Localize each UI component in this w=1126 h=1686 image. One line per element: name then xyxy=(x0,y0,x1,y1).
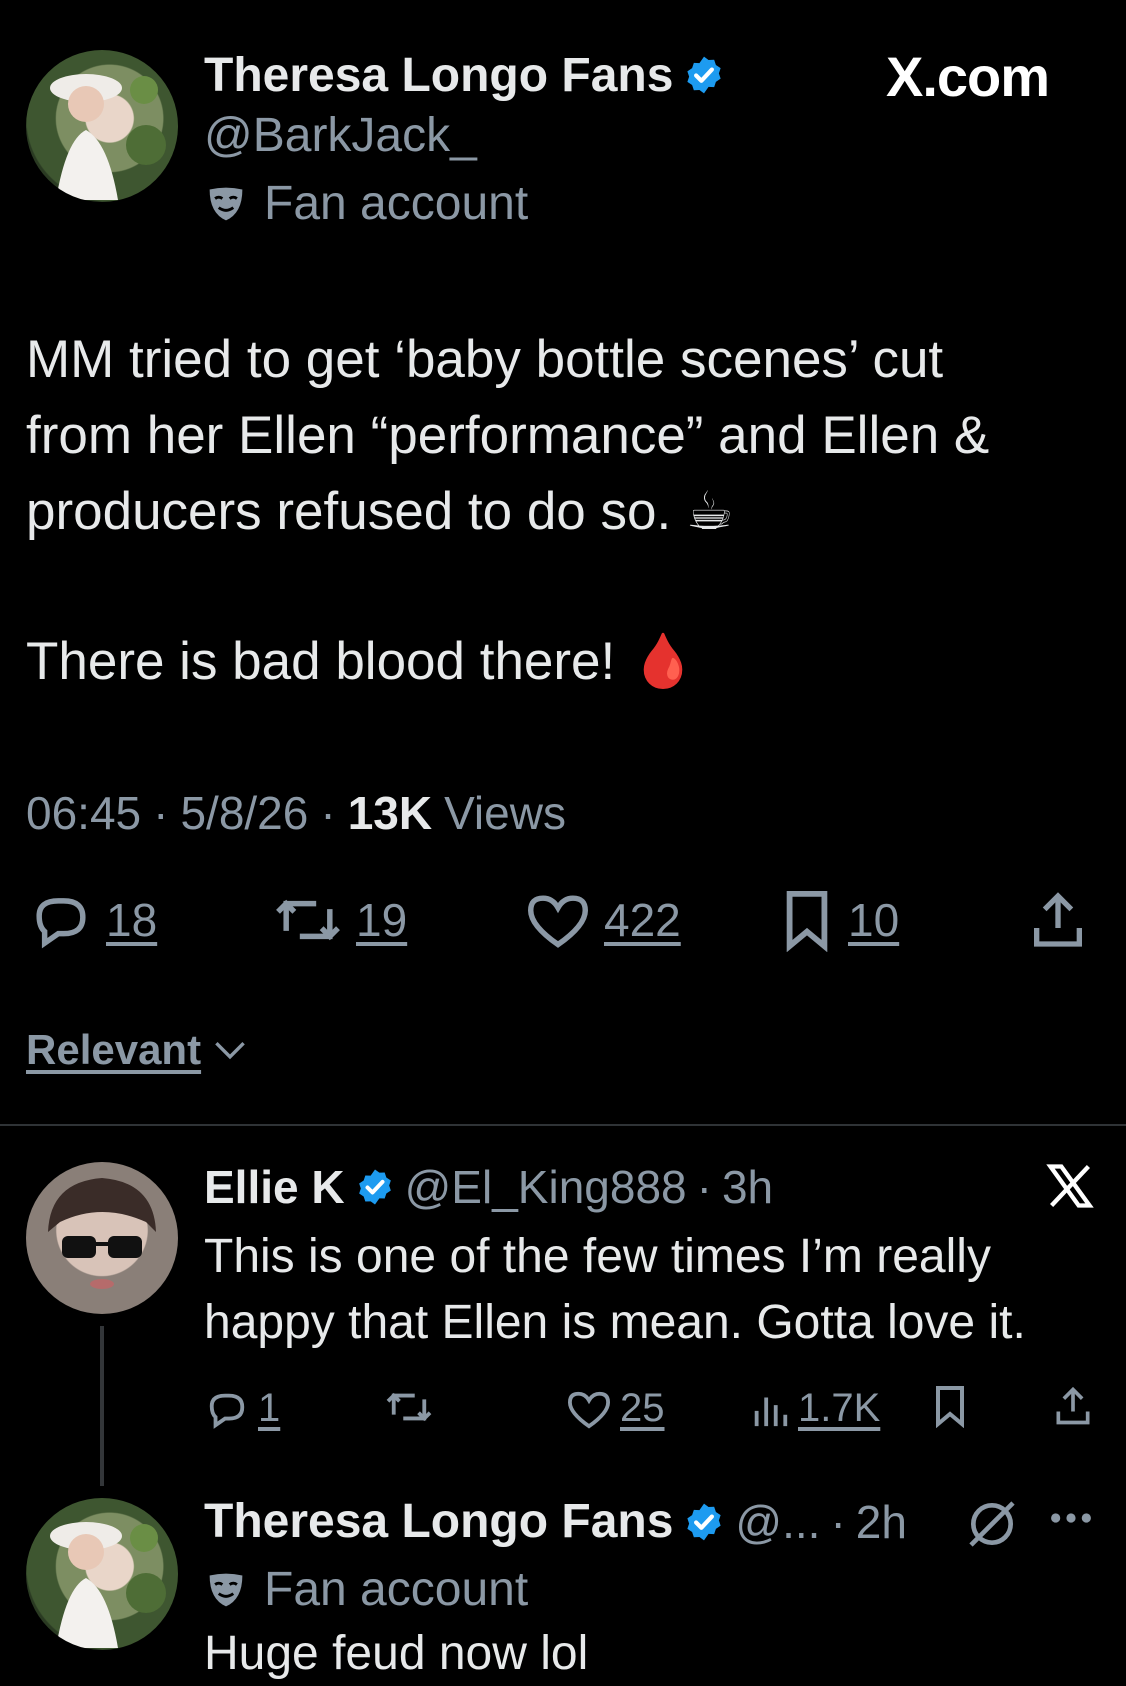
analytics-bars-icon xyxy=(750,1388,790,1430)
main-post-text-line: producers refused to do so. ☕ xyxy=(26,482,734,541)
heart-icon xyxy=(524,890,592,950)
reply2-handle[interactable]: @... xyxy=(735,1495,820,1549)
x-logo-icon xyxy=(1044,1160,1096,1212)
bookmark-count: 10 xyxy=(848,894,900,946)
repost-count: 19 xyxy=(356,894,408,946)
more-options-icon[interactable] xyxy=(1048,1508,1094,1528)
avatar-photo-icon xyxy=(50,74,166,200)
share-icon[interactable] xyxy=(1028,888,1088,952)
reply1-views-count: 1.7K xyxy=(798,1386,881,1430)
site-label: X.com xyxy=(886,45,1050,108)
reply1-text-line: happy that Ellen is mean. Gotta love it. xyxy=(204,1296,1026,1349)
main-post-text-line: from her Ellen “performance” and Ellen & xyxy=(26,406,990,465)
avatar-photo-icon xyxy=(48,1178,156,1289)
repost-action[interactable]: 19 xyxy=(272,890,407,950)
chevron-down-icon xyxy=(213,1038,247,1062)
avatar-photo-icon xyxy=(50,1522,166,1648)
verified-badge-icon xyxy=(683,1501,725,1543)
reply2-avatar[interactable] xyxy=(26,1498,178,1650)
reply1-avatar[interactable] xyxy=(26,1162,178,1314)
reply1-author-name[interactable]: Ellie K xyxy=(204,1160,345,1214)
fan-account-mask-icon xyxy=(204,1570,248,1610)
thread-line xyxy=(100,1326,104,1486)
fan-account-mask-icon xyxy=(204,184,248,224)
main-post-text-line: MM tried to get ‘baby bottle scenes’ cut xyxy=(26,330,944,389)
sort-dropdown[interactable]: Relevant xyxy=(26,1026,247,1074)
reply1-text: This is one of the few times I’m really … xyxy=(204,1224,1026,1356)
heart-icon xyxy=(566,1388,612,1430)
main-author-avatar[interactable] xyxy=(26,50,178,202)
bookmark-action[interactable]: 10 xyxy=(778,888,899,952)
reply1-text-line: This is one of the few times I’m really xyxy=(204,1230,991,1283)
bookmark-icon xyxy=(778,888,836,952)
reply1-repost-icon[interactable] xyxy=(384,1386,434,1428)
meta-separator: · xyxy=(320,787,336,839)
reply2-author-name[interactable]: Theresa Longo Fans xyxy=(204,1494,673,1549)
reply1-time[interactable]: 3h xyxy=(722,1160,773,1214)
reply1-views-action[interactable]: 1.7K xyxy=(750,1386,880,1431)
like-action[interactable]: 422 xyxy=(524,890,681,950)
reply2-text: Huge feud now lol xyxy=(204,1627,589,1680)
fan-account-label: Fan account xyxy=(264,1563,529,1616)
main-author-name[interactable]: Theresa Longo Fans xyxy=(204,48,673,103)
post-time[interactable]: 06:45 xyxy=(26,786,141,840)
sort-label: Relevant xyxy=(26,1026,202,1073)
reply1-like-count: 25 xyxy=(620,1386,665,1430)
meta-separator: · xyxy=(696,1161,712,1213)
grok-icon[interactable] xyxy=(964,1496,1020,1552)
views-count: 13K xyxy=(347,787,433,839)
verified-badge-icon xyxy=(683,54,725,96)
reply1-handle[interactable]: @El_King888 xyxy=(405,1160,687,1214)
main-post-text: MM tried to get ‘baby bottle scenes’ cut… xyxy=(26,322,989,550)
fan-account-label: Fan account xyxy=(264,177,529,230)
main-post-text-line: There is bad blood there! 🩸 xyxy=(26,632,696,691)
reply1-reply-action[interactable]: 1 xyxy=(204,1386,280,1431)
post-date[interactable]: 5/8/26 xyxy=(180,786,308,840)
reply2-time[interactable]: 2h xyxy=(856,1495,907,1549)
reply-icon xyxy=(204,1388,250,1430)
repost-icon xyxy=(272,890,344,950)
reply1-share-icon[interactable] xyxy=(1052,1384,1094,1428)
reply1-bookmark-icon[interactable] xyxy=(930,1384,970,1428)
post-meta: 06:45 · 5/8/26 · 13K Views xyxy=(26,786,566,840)
reply1-reply-count: 1 xyxy=(258,1386,281,1430)
reply1-like-action[interactable]: 25 xyxy=(566,1386,665,1431)
meta-separator: · xyxy=(153,787,169,839)
section-divider xyxy=(0,1124,1126,1126)
meta-separator: · xyxy=(830,1495,846,1548)
reply-icon xyxy=(28,890,94,950)
reply-action[interactable]: 18 xyxy=(28,890,157,950)
reply-count: 18 xyxy=(106,894,158,946)
verified-badge-icon xyxy=(355,1167,395,1207)
like-count: 422 xyxy=(604,894,681,946)
views-label: Views xyxy=(444,787,566,839)
main-author-handle[interactable]: @BarkJack_ xyxy=(204,108,477,163)
